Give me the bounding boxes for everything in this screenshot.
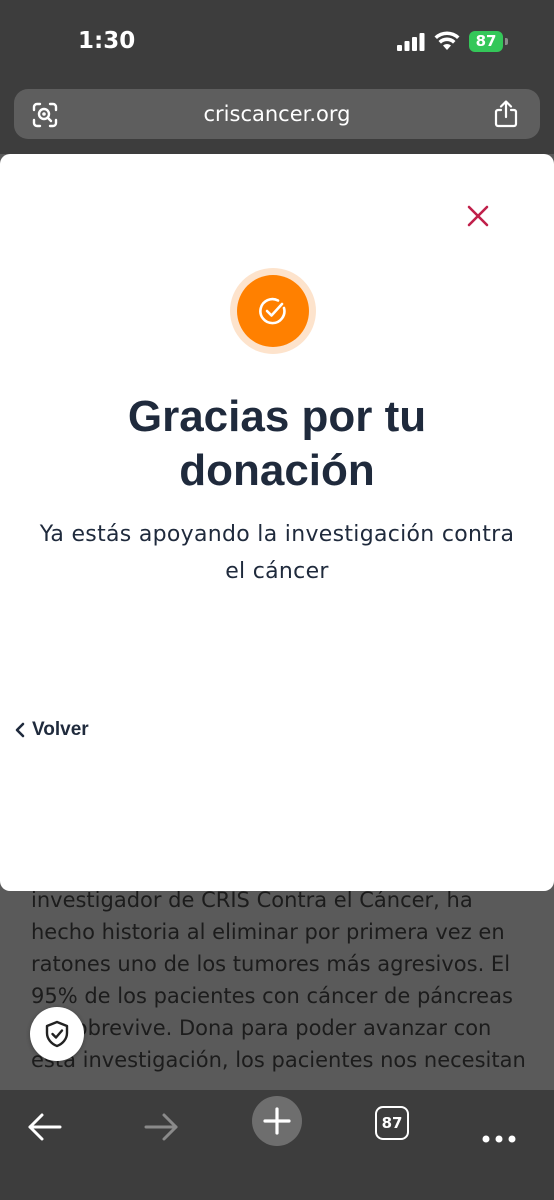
plus-icon xyxy=(263,1107,291,1135)
article-line: hecho historia al eliminar por primera v… xyxy=(31,920,505,944)
success-check-icon xyxy=(230,268,316,354)
article-line: no sobrevive. Dona para poder avanzar co… xyxy=(31,1016,492,1040)
status-bar: 1:30 87 xyxy=(0,0,554,84)
article-text: investigador de CRIS Contra el Cáncer, h… xyxy=(31,884,531,1076)
wifi-icon xyxy=(434,31,460,50)
browser-address-area: criscancer.org xyxy=(0,84,554,154)
back-button[interactable]: Volver xyxy=(14,719,89,741)
tab-switcher-button[interactable]: 87 xyxy=(375,1106,409,1140)
share-icon[interactable] xyxy=(494,100,518,128)
shield-check-icon xyxy=(45,1020,69,1048)
battery-indicator: 87 xyxy=(469,31,509,52)
cellular-signal-icon xyxy=(397,33,425,51)
article-line: 95% de los pacientes con cáncer de páncr… xyxy=(31,984,513,1008)
battery-level: 87 xyxy=(469,31,503,52)
modal-subtitle: Ya estás apoyando la investigación contr… xyxy=(39,522,515,584)
modal-title: Gracias por tu donación xyxy=(127,392,427,495)
forward-arrow-icon[interactable] xyxy=(142,1104,180,1150)
close-icon[interactable] xyxy=(462,200,494,232)
donation-thanks-modal: Gracias por tu donación Ya estás apoyand… xyxy=(0,154,554,891)
back-label: Volver xyxy=(32,719,89,740)
status-time: 1:30 xyxy=(78,28,136,54)
new-tab-button[interactable] xyxy=(252,1096,302,1146)
browser-toolbar: 87 xyxy=(0,1090,554,1200)
privacy-shield-button[interactable] xyxy=(30,1007,84,1061)
article-line: esta investigación, los pacientes nos ne… xyxy=(31,1048,526,1072)
chevron-left-icon xyxy=(15,722,25,738)
url-bar[interactable]: criscancer.org xyxy=(14,89,540,139)
article-line: ratones uno de los tumores más agresivos… xyxy=(31,952,511,976)
more-options-icon[interactable] xyxy=(480,1116,518,1162)
back-arrow-icon[interactable] xyxy=(26,1104,64,1150)
url-text[interactable]: criscancer.org xyxy=(14,102,540,126)
